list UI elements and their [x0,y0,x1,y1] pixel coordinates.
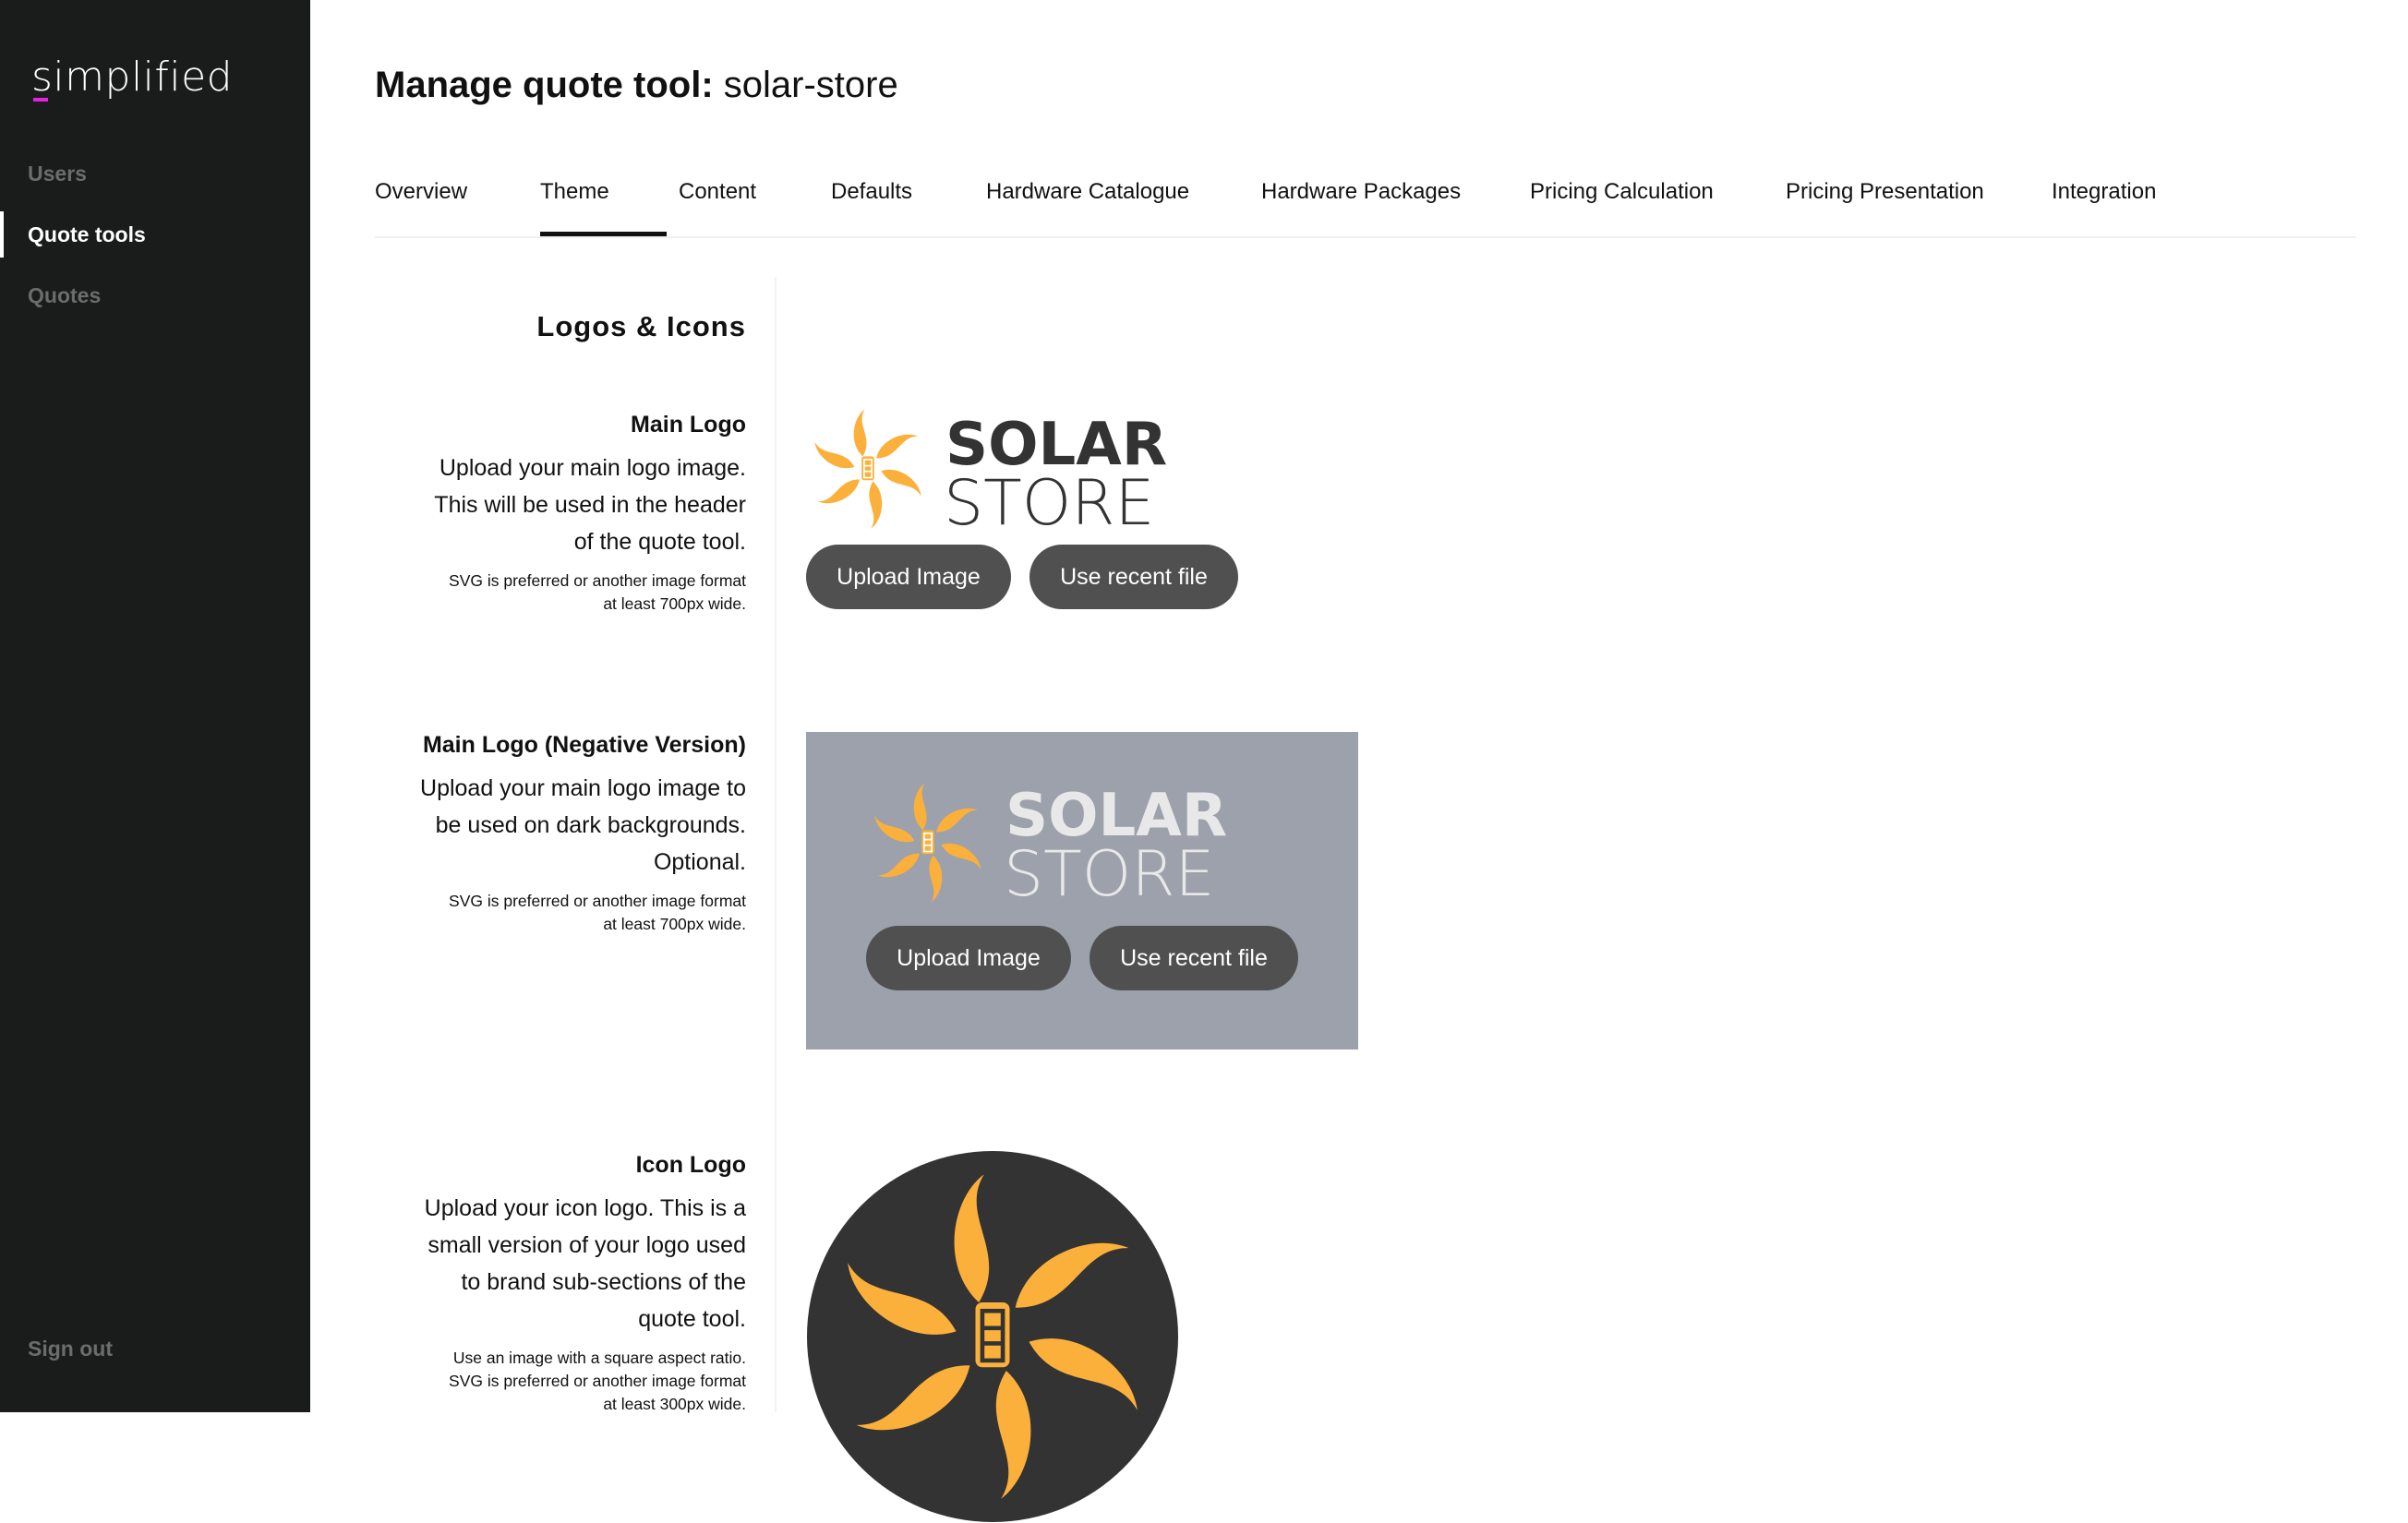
column-divider [775,277,777,1412]
negative-logo-desc: Upload your main logo image to [420,775,746,801]
icon-logo-note: at least 300px wide. [603,1395,746,1413]
tab-integration[interactable]: Integration [2052,179,2156,236]
icon-logo-info: Icon Logo Upload your icon logo. This is… [425,1152,746,1416]
negative-logo-image: SOLAR STORE [861,782,1227,907]
tab-hardware-packages[interactable]: Hardware Packages [1261,179,1461,236]
icon-logo-desc: quote tool. [638,1306,746,1332]
tab-hardware-catalogue[interactable]: Hardware Catalogue [986,179,1189,236]
quote-tool-name: solar-store [723,65,898,105]
negative-logo-recent-button[interactable]: Use recent file [1090,926,1298,990]
logo-text-store: STORE [944,467,1154,534]
main-logo-desc: of the quote tool. [573,529,746,555]
title-label: Manage quote tool: [375,65,714,105]
main-logo-recent-button[interactable]: Use recent file [1029,545,1238,609]
main-logo-info: Main Logo Upload your main logo image. T… [434,412,746,616]
negative-logo-desc: be used on dark backgrounds. [435,812,746,838]
negative-logo-desc: Optional. [653,849,746,875]
brand-logo: simplified [31,54,234,101]
tab-pricing-presentation[interactable]: Pricing Presentation [1786,179,1984,236]
icon-logo-desc: small version of your logo used [427,1232,746,1258]
tab-overview[interactable]: Overview [375,179,467,236]
sign-out-link[interactable]: Sign out [28,1337,113,1361]
tab-pricing-calculation[interactable]: Pricing Calculation [1530,179,1714,236]
negative-logo-preview: SOLAR STORE Upload Image Use recent file [806,732,1358,1049]
negative-logo-title: Main Logo (Negative Version) [422,732,746,758]
page-title: Manage quote tool: solar-store [375,65,898,106]
main-logo-note: SVG is preferred or another image format [449,571,746,590]
main-logo-desc: Upload your main logo image. [439,455,746,481]
icon-logo-desc: Upload your icon logo. This is a [424,1195,746,1221]
main-logo-title: Main Logo [631,412,746,438]
negative-logo-upload-button[interactable]: Upload Image [866,926,1071,990]
tab-defaults[interactable]: Defaults [831,179,912,236]
sidebar-item-quote-tools[interactable]: Quote tools [0,211,310,258]
main-logo-preview: SOLAR STORE [801,404,1167,534]
tab-theme[interactable]: Theme [540,179,667,236]
icon-logo-title: Icon Logo [635,1152,746,1178]
tab-bar: Overview Theme Content Defaults Hardware… [375,175,2356,238]
tab-content[interactable]: Content [679,179,756,236]
main-logo-desc: This will be used in the header [434,492,746,518]
negative-logo-info: Main Logo (Negative Version) Upload your… [420,732,746,936]
icon-logo-preview [807,1151,1178,1522]
main-logo-note: at least 700px wide. [603,594,746,613]
brand-accent [33,98,48,102]
icon-logo-note: SVG is preferred or another image format [449,1372,746,1390]
sidebar-item-quotes[interactable]: Quotes [0,272,310,318]
sidebar: simplified Users Quote tools Quotes Sign… [0,0,310,1412]
negative-logo-note: SVG is preferred or another image format [449,892,746,910]
icon-logo-note: Use an image with a square aspect ratio. [452,1349,746,1367]
icon-logo-desc: to brand sub-sections of the [461,1269,746,1295]
main-logo-upload-button[interactable]: Upload Image [806,545,1011,609]
section-title: Logos & Icons [536,310,746,342]
logo-text-store: STORE [1004,838,1214,907]
sidebar-item-users[interactable]: Users [0,150,310,197]
negative-logo-note: at least 700px wide. [603,915,746,933]
